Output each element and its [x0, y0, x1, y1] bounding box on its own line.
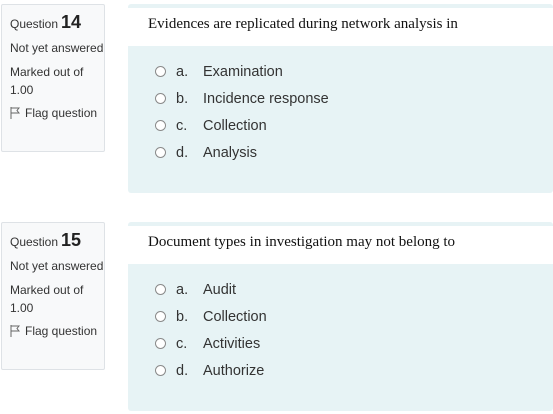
option-text: Collection — [203, 117, 267, 134]
option-letter: b. — [176, 90, 189, 107]
option-text: Examination — [203, 63, 283, 80]
question-info: Question 14 Not yet answered Marked out o… — [1, 4, 105, 152]
radio-unchecked-icon[interactable] — [155, 147, 166, 158]
option-letter: a. — [176, 281, 189, 298]
radio-unchecked-icon[interactable] — [155, 93, 166, 104]
question-state: Not yet answered — [10, 259, 104, 273]
option-text: Activities — [203, 335, 261, 352]
question-text: Document types in investigation may not … — [128, 226, 553, 264]
radio-unchecked-icon[interactable] — [155, 284, 166, 295]
option-letter: c. — [176, 117, 188, 134]
question-label: Question — [10, 17, 59, 31]
option-text: Analysis — [203, 144, 257, 161]
flag-question-label: Flag question — [25, 324, 98, 338]
answer-option-b[interactable]: b. Collection — [155, 303, 553, 330]
answer-options: a. Audit b. Collection c. Activities d. … — [128, 264, 553, 384]
question-info: Question 15 Not yet answered Marked out o… — [1, 222, 105, 370]
question-number-value: 15 — [61, 230, 82, 250]
question-state: Not yet answered — [10, 41, 104, 55]
question-grade: Marked out of 1.00 — [10, 283, 84, 315]
question-number: Question 14 — [10, 13, 104, 33]
radio-unchecked-icon[interactable] — [155, 311, 166, 322]
option-letter: d. — [176, 144, 189, 161]
flag-question-label: Flag question — [25, 106, 98, 120]
answer-option-a[interactable]: a. Audit — [155, 276, 553, 303]
answer-option-b[interactable]: b. Incidence response — [155, 85, 553, 112]
flag-icon — [10, 107, 20, 119]
flag-question-link[interactable]: Flag question — [10, 105, 104, 121]
flag-question-link[interactable]: Flag question — [10, 323, 104, 339]
answer-option-c[interactable]: c. Activities — [155, 330, 553, 357]
answer-option-c[interactable]: c. Collection — [155, 112, 553, 139]
answer-option-d[interactable]: d. Authorize — [155, 357, 553, 384]
question-text: Evidences are replicated during network … — [128, 8, 553, 46]
answer-option-a[interactable]: a. Examination — [155, 58, 553, 85]
flag-icon — [10, 325, 20, 337]
question-number-value: 14 — [61, 12, 82, 32]
option-letter: b. — [176, 308, 189, 325]
question-grade: Marked out of 1.00 — [10, 65, 84, 97]
question-number: Question 15 — [10, 231, 104, 251]
option-letter: d. — [176, 362, 189, 379]
radio-unchecked-icon[interactable] — [155, 365, 166, 376]
answer-options: a. Examination b. Incidence response c. … — [128, 46, 553, 166]
option-text: Incidence response — [203, 90, 329, 107]
answer-option-d[interactable]: d. Analysis — [155, 139, 553, 166]
option-text: Collection — [203, 308, 267, 325]
radio-unchecked-icon[interactable] — [155, 66, 166, 77]
question-label: Question — [10, 235, 59, 249]
option-text: Authorize — [203, 362, 265, 379]
option-letter: c. — [176, 335, 188, 352]
option-text: Audit — [203, 281, 237, 298]
radio-unchecked-icon[interactable] — [155, 338, 166, 349]
question-content: Evidences are replicated during network … — [128, 4, 553, 193]
option-letter: a. — [176, 63, 189, 80]
radio-unchecked-icon[interactable] — [155, 120, 166, 131]
question-content: Document types in investigation may not … — [128, 222, 553, 411]
